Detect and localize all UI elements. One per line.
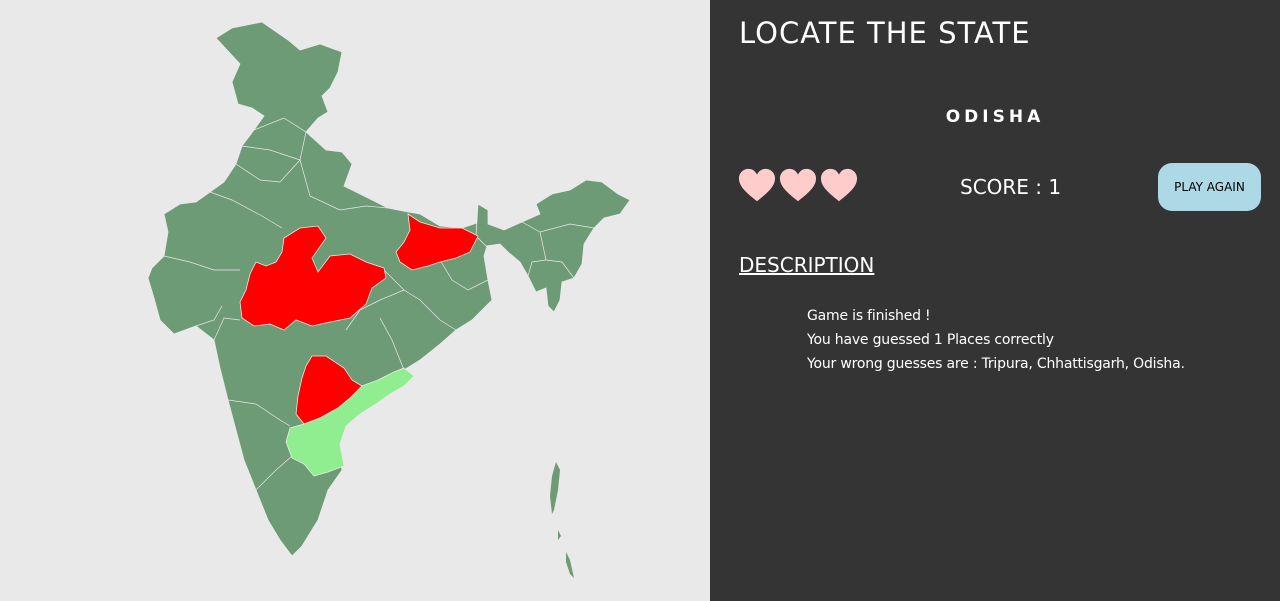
lives-indicator	[738, 168, 858, 204]
game-title: LOCATE THE STATE	[739, 16, 1031, 50]
map-region-northeast[interactable]	[475, 179, 631, 313]
description-line: You have guessed 1 Places correctly	[807, 332, 1054, 348]
heart-icon	[738, 168, 776, 202]
map-region-islands[interactable]	[550, 462, 574, 578]
game-panel: LOCATE THE STATE ODISHA SCORE : 1 PLAY A…	[710, 0, 1280, 601]
score-display: SCORE : 1	[960, 175, 1062, 199]
heart-icon	[779, 168, 817, 202]
description-heading: DESCRIPTION	[739, 253, 875, 277]
heart-icon	[820, 168, 858, 202]
target-state-label: ODISHA	[945, 107, 1045, 127]
map-panel	[0, 0, 710, 601]
description-line: Game is finished !	[807, 308, 931, 324]
description-line: Your wrong guesses are : Tripura, Chhatt…	[807, 356, 1185, 372]
play-again-button[interactable]: PLAY AGAIN	[1158, 163, 1261, 211]
india-map	[147, 21, 631, 578]
description-body: Game is finished ! You have guessed 1 Pl…	[807, 304, 1185, 376]
